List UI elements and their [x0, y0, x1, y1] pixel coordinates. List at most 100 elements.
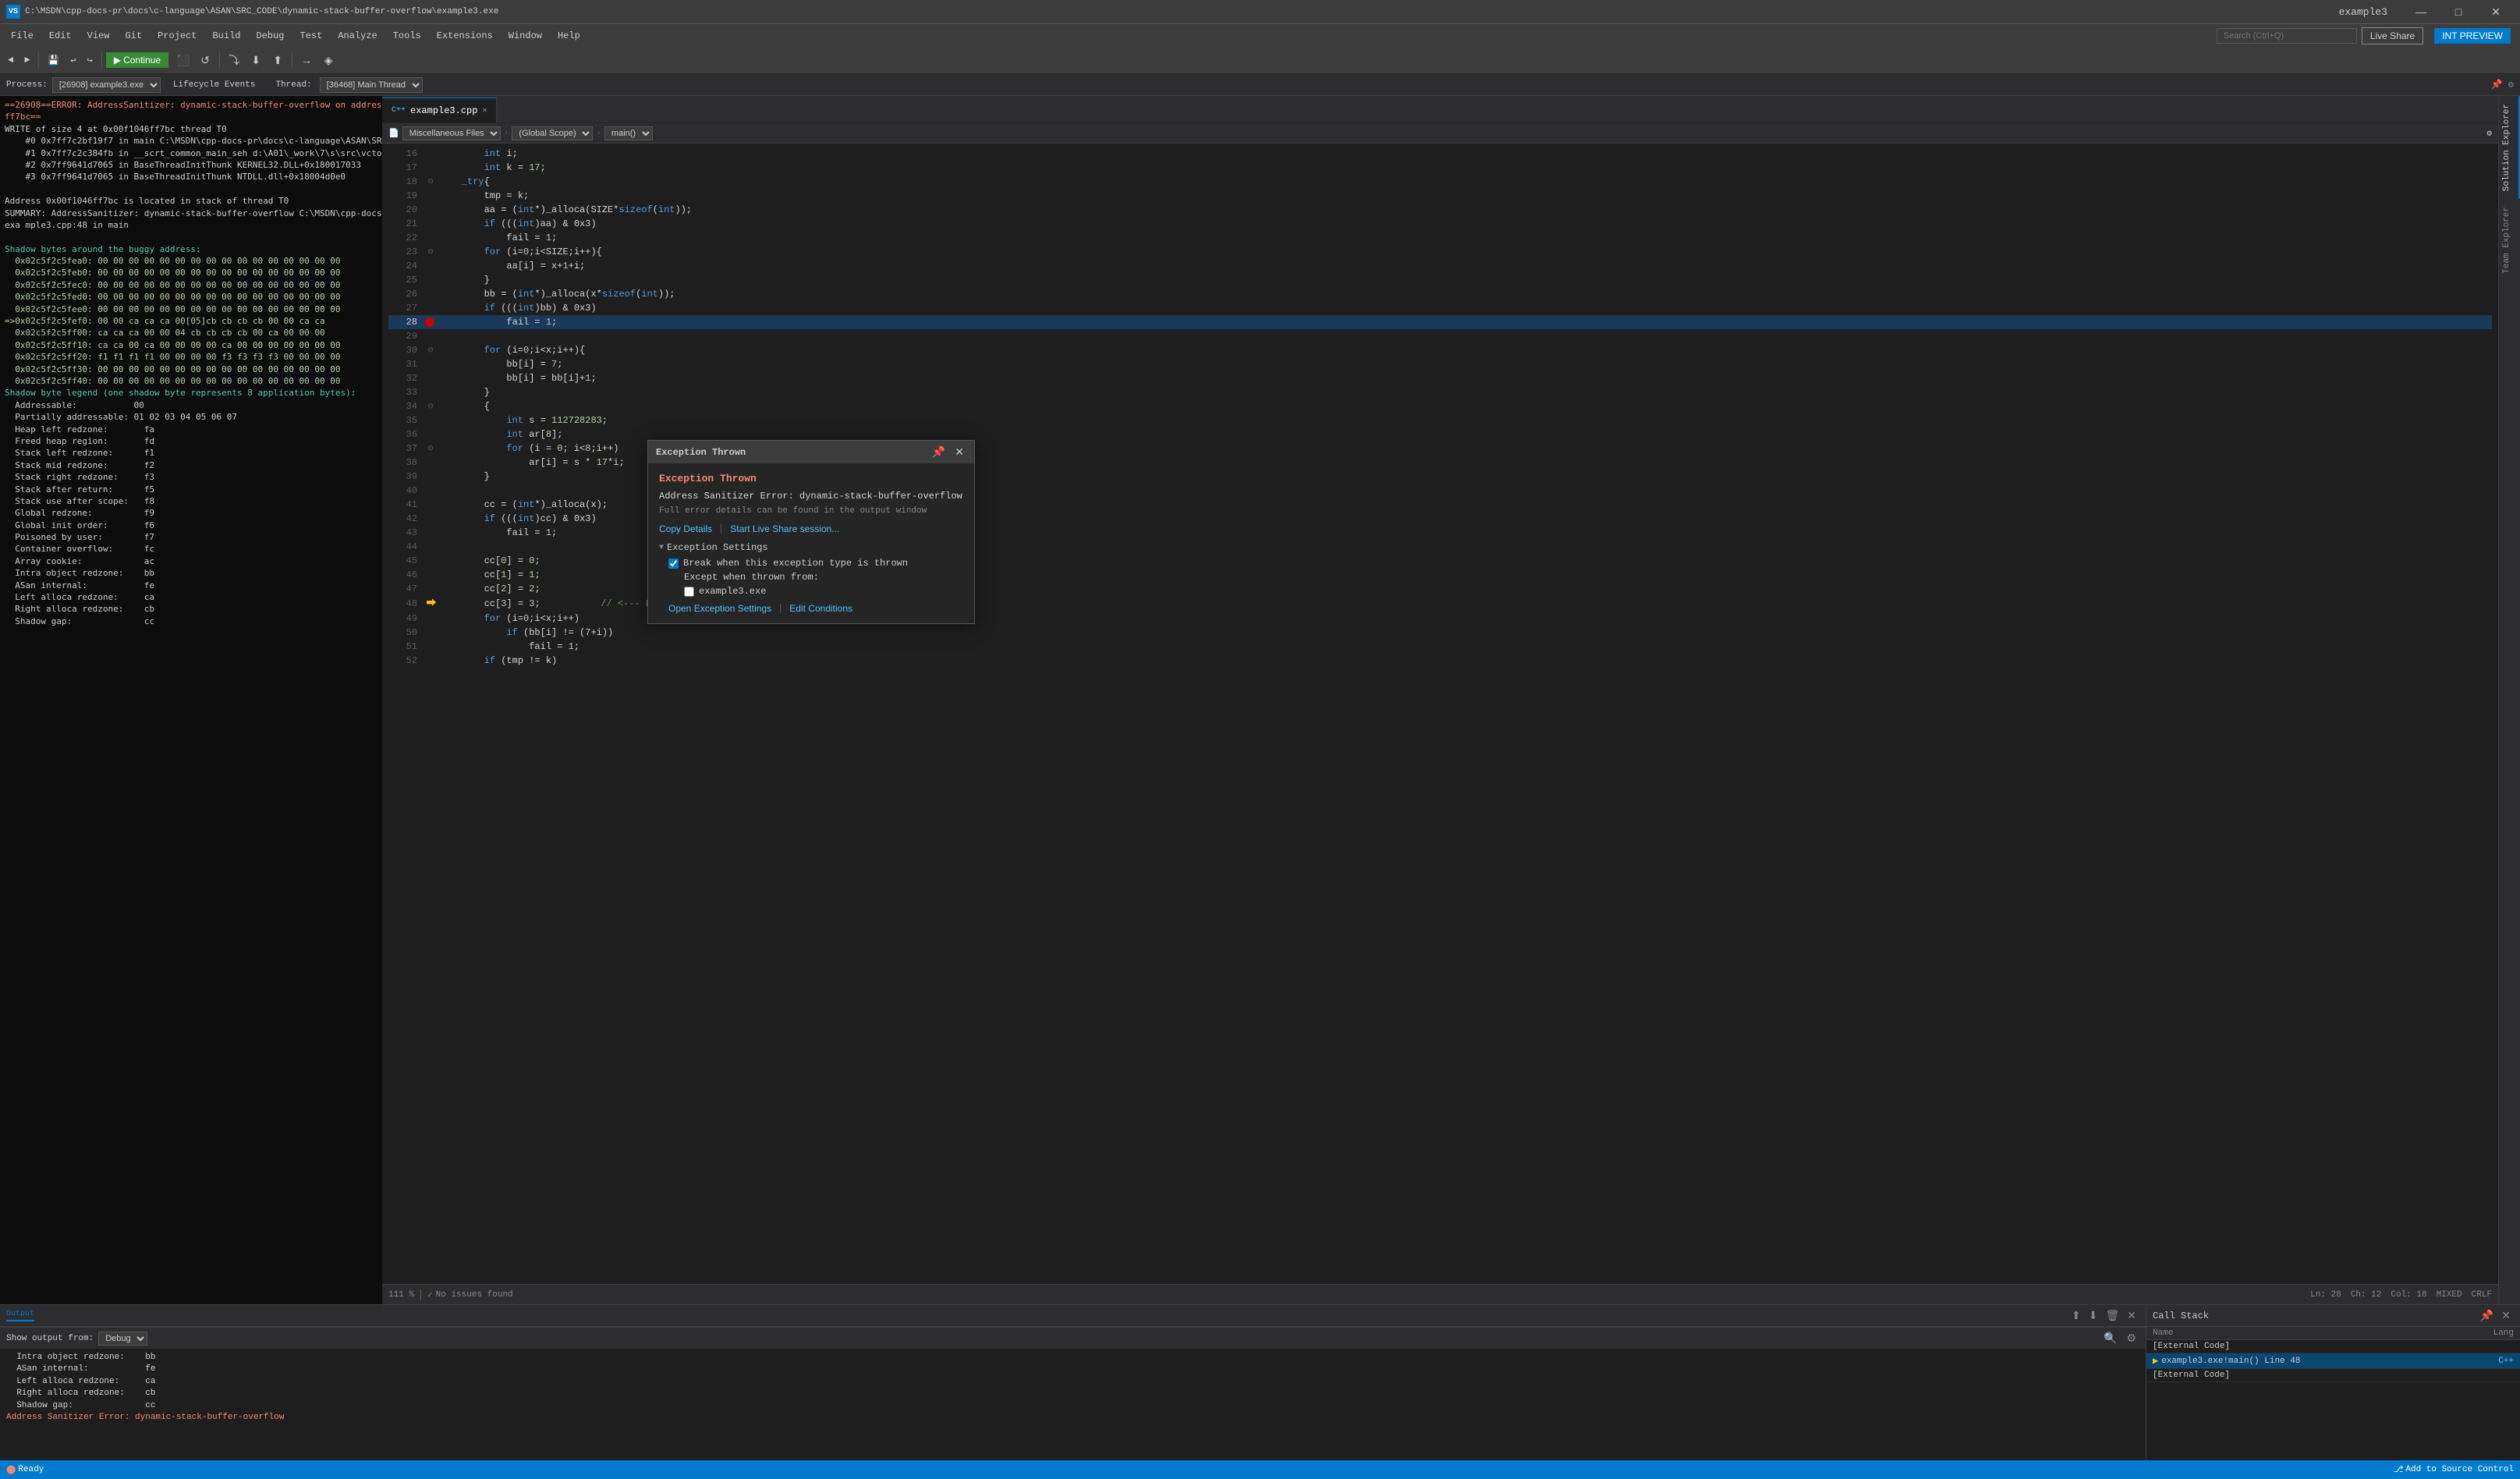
- toolbar-redo[interactable]: ↪: [83, 50, 97, 70]
- menu-analyze[interactable]: Analyze: [330, 24, 385, 47]
- menu-view[interactable]: View: [80, 24, 118, 47]
- break-when-row: Break when this exception type is thrown: [668, 558, 963, 569]
- stop-debug-button[interactable]: ⬛: [173, 50, 193, 70]
- open-exception-settings-button[interactable]: Open Exception Settings: [668, 603, 771, 614]
- col-info: Col: 18: [2391, 1290, 2426, 1300]
- exception-settings-header[interactable]: ▼ Exception Settings: [659, 542, 963, 553]
- global-scope-select[interactable]: (Global Scope): [512, 126, 593, 140]
- output-scroll-down[interactable]: ⬇: [2086, 1309, 2101, 1322]
- show-output-from-label: Show output from:: [6, 1334, 94, 1343]
- output-tab-active[interactable]: Output: [6, 1310, 34, 1321]
- int-preview-button[interactable]: INT PREVIEW: [2434, 28, 2511, 44]
- fold-icon-30[interactable]: ⊖: [427, 343, 433, 357]
- terminal-line-6: #3 0x7ff9641d7065 in BaseThreadInitThunk…: [5, 171, 377, 183]
- step-over-button[interactable]: ⤵: [224, 50, 244, 70]
- output-search-btn[interactable]: 🔍: [2100, 1332, 2120, 1345]
- fold-icon-37[interactable]: ⊖: [427, 442, 433, 456]
- dialog-close-button[interactable]: ✕: [952, 445, 966, 459]
- tab-example3-cpp[interactable]: C++ example3.cpp ✕: [382, 98, 497, 122]
- process-select[interactable]: [26908] example3.exe: [52, 77, 161, 93]
- status-add-source[interactable]: ⎇ Add to Source Control: [2394, 1464, 2514, 1475]
- misc-files-select[interactable]: Miscellaneous Files: [402, 126, 501, 140]
- call-stack-row-0[interactable]: [External Code]: [2146, 1340, 2520, 1353]
- toolbar-undo[interactable]: ↩: [66, 50, 80, 70]
- call-stack-close[interactable]: ✕: [2498, 1309, 2514, 1322]
- step-into-button[interactable]: ⬇: [246, 50, 266, 70]
- terminal-panel[interactable]: ==26908==ERROR: AddressSanitizer: dynami…: [0, 96, 382, 1304]
- call-stack-row-1[interactable]: ▶ example3.exe!main() Line 48 C++: [2146, 1353, 2520, 1369]
- menu-test[interactable]: Test: [292, 24, 331, 47]
- continue-button[interactable]: ▶ Continue: [106, 52, 168, 68]
- main-func-select[interactable]: main(): [604, 126, 653, 140]
- live-share-button[interactable]: Live Share: [2362, 27, 2423, 44]
- fold-icon-23[interactable]: ⊖: [427, 245, 433, 259]
- menu-window[interactable]: Window: [501, 24, 550, 47]
- breakpoint-dot-28[interactable]: [425, 317, 434, 327]
- search-input[interactable]: [2217, 28, 2357, 44]
- toolbar-back[interactable]: ◄: [3, 50, 18, 70]
- output-clear[interactable]: 🗑: [2102, 1309, 2122, 1322]
- menu-debug[interactable]: Debug: [248, 24, 292, 47]
- menu-project[interactable]: Project: [150, 24, 204, 47]
- restart-button[interactable]: ↺: [195, 50, 215, 70]
- call-stack-pin[interactable]: 📌: [2477, 1309, 2497, 1322]
- code-editor[interactable]: 16 int i; 17 int k = 17; 18 ⊖ _try{: [382, 144, 2498, 1284]
- code-line-17: 17 int k = 17;: [388, 161, 2492, 175]
- call-stack-row-2[interactable]: [External Code]: [2146, 1369, 2520, 1382]
- menu-help[interactable]: Help: [550, 24, 588, 47]
- editor-settings-icon[interactable]: ⚙: [2486, 128, 2492, 139]
- edit-conditions-button[interactable]: Edit Conditions: [789, 603, 852, 614]
- terminal-legend-ralloca: Right alloca redzone: cb: [5, 603, 377, 615]
- output-source-select[interactable]: Debug: [98, 1332, 147, 1346]
- cs-frame-1-name: example3.exe!main() Line 48: [2161, 1357, 2467, 1366]
- output-content[interactable]: Intra object redzone: bb ASan internal: …: [0, 1349, 2146, 1460]
- fold-icon-34[interactable]: ⊖: [427, 399, 433, 413]
- copy-details-button[interactable]: Copy Details: [659, 523, 712, 534]
- process-label: Process:: [6, 80, 48, 90]
- close-button[interactable]: ✕: [2478, 0, 2514, 23]
- output-filter-btn[interactable]: ⚙: [2123, 1332, 2139, 1345]
- git-icon: ⎇: [2394, 1464, 2404, 1475]
- thread-select[interactable]: [36468] Main Thread: [320, 77, 423, 93]
- terminal-legend-global: Global redzone: f9: [5, 507, 377, 519]
- no-issues-text: No issues found: [436, 1290, 513, 1300]
- output-scroll-up[interactable]: ⬆: [2068, 1309, 2084, 1322]
- step-out-button[interactable]: ⬆: [268, 50, 288, 70]
- code-line-32: 32 bb[i] = bb[i]+1;: [388, 371, 2492, 385]
- terminal-line-8: SUMMARY: AddressSanitizer: dynamic-stack…: [5, 207, 377, 219]
- example3-exe-checkbox[interactable]: [684, 587, 694, 597]
- minimize-button[interactable]: —: [2403, 0, 2439, 23]
- code-line-50: 50 if (bb[i] != (7+i)): [388, 626, 2492, 640]
- exception-title-text: Exception Thrown: [659, 473, 963, 484]
- code-line-16: 16 int i;: [388, 147, 2492, 161]
- tab-close-button[interactable]: ✕: [482, 106, 487, 115]
- exception-links-row: Copy Details | Start Live Share session.…: [659, 523, 963, 534]
- editor-toolbar: 📄 Miscellaneous Files › (Global Scope) ›…: [382, 123, 2498, 144]
- exception-dialog-body: Exception Thrown Address Sanitizer Error…: [648, 463, 974, 623]
- status-right: ⎇ Add to Source Control: [2394, 1464, 2514, 1475]
- dialog-pin-button[interactable]: 📌: [930, 445, 948, 459]
- run-to-click-button[interactable]: →: [296, 50, 317, 70]
- solution-explorer-tab[interactable]: Solution Explorer: [2499, 96, 2520, 199]
- start-live-share-button[interactable]: Start Live Share session...: [730, 523, 839, 534]
- menu-extensions[interactable]: Extensions: [429, 24, 501, 47]
- call-stack-table[interactable]: Name Lang [External Code] ▶ example3.exe…: [2146, 1327, 2520, 1460]
- toolbar-save[interactable]: 💾: [43, 50, 64, 70]
- fold-icon-18[interactable]: ⊖: [427, 175, 433, 189]
- output-close[interactable]: ✕: [2124, 1309, 2139, 1322]
- terminal-legend-sscope: Stack use after scope: f8: [5, 495, 377, 507]
- show-next-button[interactable]: ◈: [318, 50, 338, 70]
- break-when-checkbox[interactable]: [668, 559, 679, 569]
- menu-git[interactable]: Git: [117, 24, 150, 47]
- menu-build[interactable]: Build: [204, 24, 248, 47]
- toolbar-forward[interactable]: ►: [19, 50, 34, 70]
- code-content[interactable]: 16 int i; 17 int k = 17; 18 ⊖ _try{: [382, 144, 2498, 1284]
- debug-tools: ⬛ ↺ ⤵ ⬇ ⬆ → ◈: [173, 50, 338, 70]
- menu-edit[interactable]: Edit: [41, 24, 80, 47]
- team-explorer-tab[interactable]: Team Explorer: [2499, 199, 2520, 282]
- terminal-line-5: #2 0x7ff9641d7065 in BaseThreadInitThunk…: [5, 159, 377, 171]
- maximize-button[interactable]: □: [2440, 0, 2476, 23]
- status-ready[interactable]: ⬤ Ready: [6, 1464, 44, 1475]
- menu-tools[interactable]: Tools: [385, 24, 429, 47]
- menu-file[interactable]: File: [3, 24, 41, 47]
